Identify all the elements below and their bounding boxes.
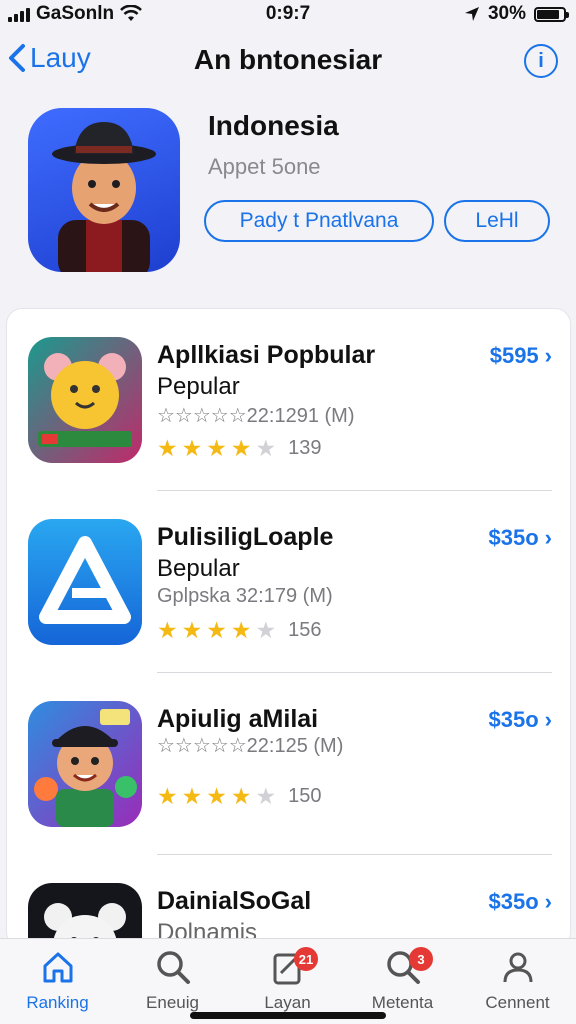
tab-layan[interactable]: 21 Layan [230, 947, 345, 1013]
list-item[interactable]: Apllkiasi Popbular Pepular ☆☆☆☆☆22:1291 … [7, 309, 570, 491]
tab-label: Metenta [371, 993, 434, 1012]
app-subtitle: Pepular [157, 373, 240, 400]
star-icon: ★ [157, 435, 178, 461]
price-button[interactable]: $35o › [489, 889, 552, 915]
tab-ranking[interactable]: Ranking [0, 947, 115, 1013]
tab-label: Eneuig [146, 993, 199, 1012]
status-right: 30% [464, 3, 569, 25]
tab-label: Cennent [485, 993, 550, 1012]
star-icon: ★ [181, 783, 203, 809]
featured-app-header: Indonesia Appet 5one Pady t Pnatlvana Le… [0, 100, 576, 290]
tab-label: Ranking [26, 993, 89, 1012]
app-title: PulisiligLoaple [157, 523, 334, 551]
list-item[interactable]: DainialSoGal Dolnamis $35o › [7, 855, 570, 947]
star-icon: ★ [181, 617, 203, 643]
info-button[interactable]: i [524, 44, 558, 78]
price-label: $35o [488, 707, 539, 732]
home-icon [43, 952, 72, 983]
star-icon: ★ [206, 783, 227, 809]
rating-count: 156 [288, 619, 322, 641]
app-meta: Gplpska 32:179 (M) [157, 585, 333, 607]
app-list: Apllkiasi Popbular Pepular ☆☆☆☆☆22:1291 … [6, 308, 571, 948]
location-arrow-icon [464, 7, 479, 21]
star-icon: ★ [230, 783, 252, 809]
primary-action-button[interactable]: Pady t Pnatlvana [204, 200, 434, 242]
star-icon: ★ [255, 435, 277, 461]
tab-eneuig[interactable]: Eneuig [115, 947, 230, 1013]
star-icon: ★ [157, 783, 178, 809]
tab-metenta[interactable]: 3 Metenta [345, 947, 460, 1013]
star-rating: ★ ★ ★ ★ ★ 150 [157, 785, 322, 808]
chevron-right-icon: › [544, 525, 552, 550]
featured-app-name: Indonesia [208, 110, 339, 141]
app-title: DainialSoGal [157, 887, 312, 915]
info-icon: i [538, 49, 544, 72]
price-label: $35o [488, 889, 539, 914]
price-button[interactable]: $35o › [489, 525, 552, 551]
chevron-right-icon: › [544, 343, 552, 368]
person-icon [503, 952, 532, 983]
price-label: $595 [489, 343, 539, 368]
hamster-icon [28, 337, 142, 463]
price-label: $35o [488, 525, 539, 550]
price-button[interactable]: $595 › [490, 343, 552, 369]
rating-count: 150 [288, 785, 322, 807]
tab-label: Layan [264, 993, 311, 1012]
star-icon: ★ [255, 783, 277, 809]
tab-cennent[interactable]: Cennent [460, 947, 575, 1013]
featured-app-subtitle: Appet 5one [208, 154, 321, 179]
home-indicator [190, 1012, 386, 1019]
star-icon: ★ [206, 617, 227, 643]
notification-badge: 21 [294, 947, 318, 971]
notification-badge: 3 [409, 947, 433, 971]
navigation-bar: Lauy An bntonesiar i [0, 38, 576, 84]
app-subtitle: Bepular [157, 555, 240, 582]
app-meta: ☆☆☆☆☆22:1291 (M) [157, 405, 355, 427]
page-title: An bntonesiar [193, 44, 383, 75]
triangle-logo-icon [28, 519, 142, 645]
star-icon: ★ [181, 435, 203, 461]
cartoon-boy-icon [28, 701, 142, 827]
battery-percent: 30% [487, 3, 526, 24]
list-item[interactable]: PulisiligLoaple Bepular Gplpska 32:179 (… [7, 491, 570, 673]
secondary-action-button[interactable]: LeHl [444, 200, 550, 242]
app-meta: ☆☆☆☆☆22:125 (M) [157, 735, 344, 757]
status-bar: GaSonln 0:9:7 30% [0, 0, 576, 30]
star-rating: ★ ★ ★ ★ ★ 156 [157, 619, 322, 642]
battery-icon [534, 6, 569, 22]
rating-count: 139 [288, 437, 322, 459]
chevron-right-icon: › [544, 889, 552, 914]
search-icon [156, 951, 190, 984]
star-icon: ★ [230, 617, 252, 643]
app-title: Apiulig aMilai [157, 705, 319, 733]
star-icon: ★ [230, 435, 252, 461]
chevron-right-icon: › [544, 707, 552, 732]
app-title: Apllkiasi Popbular [157, 341, 376, 369]
price-button[interactable]: $35o › [489, 707, 552, 733]
star-icon: ★ [255, 617, 277, 643]
cowboy-character-icon[interactable] [28, 108, 180, 272]
star-icon: ★ [206, 435, 227, 461]
list-item[interactable]: Apiulig aMilai ☆☆☆☆☆22:125 (M) ★ ★ ★ ★ ★ 150… [7, 673, 570, 855]
star-icon: ★ [157, 617, 178, 643]
star-rating: ★ ★ ★ ★ ★ 139 [157, 437, 322, 460]
